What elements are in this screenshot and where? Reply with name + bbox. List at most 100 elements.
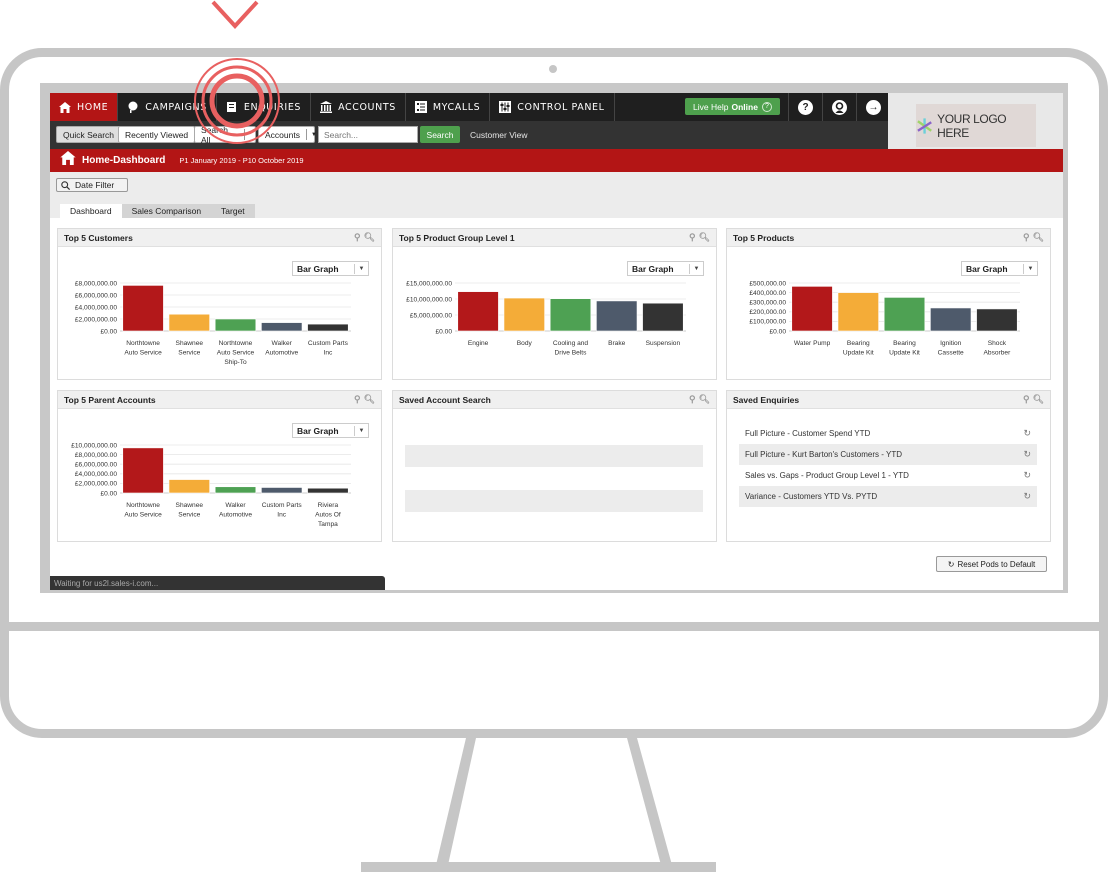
- campaign-icon: [127, 101, 139, 113]
- home-icon: [60, 151, 76, 170]
- pod-header: Top 5 Products ⚲ 🔍︎: [727, 229, 1050, 247]
- bar: [214, 318, 257, 332]
- help-icon: ?: [798, 99, 813, 115]
- tab-target[interactable]: Target: [211, 204, 255, 218]
- home-icon: [59, 101, 71, 113]
- top-icon-bar: ? →: [788, 93, 890, 121]
- x-tick-label: Inc: [324, 350, 333, 357]
- zoom-icon[interactable]: 🔍︎: [699, 394, 710, 405]
- live-help-button[interactable]: Live Help Online ?: [685, 98, 780, 115]
- bar: [214, 486, 257, 494]
- period-range: P1 January 2019 - P10 October 2019: [179, 156, 304, 165]
- refresh-icon[interactable]: ↻: [1023, 428, 1031, 439]
- y-tick-label: £0.00: [100, 490, 117, 497]
- pod-top-products: Top 5 Products ⚲ 🔍︎ Bar Graph ▼ £0.00 £10…: [726, 228, 1051, 380]
- bar: [596, 300, 638, 332]
- y-tick-label: £10,000,000.00: [406, 296, 452, 303]
- list-item[interactable]: Full Picture - Customer Spend YTD ↻: [739, 423, 1037, 444]
- company-logo[interactable]: YOUR LOGO HERE: [916, 104, 1036, 147]
- chevron-down-icon: ▼: [310, 131, 317, 138]
- pin-icon[interactable]: ⚲: [354, 394, 361, 405]
- pod-title: Top 5 Products: [733, 232, 795, 243]
- nav-mycalls[interactable]: MYCALLS: [406, 93, 491, 121]
- x-tick-label: Auto Service: [124, 512, 162, 519]
- highlight-target-icon: [194, 58, 280, 144]
- y-tick-label: £15,000,000.00: [406, 280, 452, 287]
- bar: [307, 487, 349, 494]
- zoom-icon[interactable]: 🔍︎: [364, 232, 375, 243]
- saved-enquiries-list: Full Picture - Customer Spend YTD ↻ Full…: [739, 423, 1037, 507]
- date-filter-button[interactable]: Date Filter: [56, 178, 128, 192]
- bar: [503, 297, 545, 332]
- list-item[interactable]: Sales vs. Gaps - Product Group Level 1 -…: [739, 465, 1037, 486]
- x-tick-label: Automotive: [219, 512, 252, 519]
- user-button[interactable]: [822, 93, 856, 121]
- quick-search-button[interactable]: Quick Search: [56, 126, 122, 143]
- pin-icon[interactable]: ⚲: [1023, 394, 1030, 405]
- list-item[interactable]: Full Picture - Kurt Barton's Customers -…: [739, 444, 1037, 465]
- pod-header: Top 5 Parent Accounts ⚲ 🔍︎: [58, 391, 381, 409]
- pin-icon[interactable]: ⚲: [689, 394, 696, 405]
- y-tick-label: £4,000,000.00: [75, 471, 118, 478]
- zoom-icon[interactable]: 🔍︎: [1033, 232, 1044, 243]
- enquiry-name: Variance - Customers YTD Vs. PYTD: [745, 492, 878, 501]
- list-item[interactable]: Variance - Customers YTD Vs. PYTD ↻: [739, 486, 1037, 507]
- bar: [791, 286, 833, 332]
- recently-viewed-button[interactable]: Recently Viewed: [118, 126, 196, 143]
- bar: [837, 292, 879, 332]
- saved-search-placeholder-row: [405, 490, 703, 512]
- dashboard-tabs: Dashboard Sales Comparison Target: [60, 204, 255, 218]
- page-title: Home-Dashboard: [82, 155, 166, 166]
- pin-icon[interactable]: ⚲: [354, 232, 361, 243]
- browser-status-bar: Waiting for us2l.sales-i.com...: [50, 576, 385, 590]
- pod-top-customers: Top 5 Customers ⚲ 🔍︎ Bar Graph ▼ £0.00 £2…: [57, 228, 382, 380]
- pod-header: Saved Enquiries ⚲ 🔍︎: [727, 391, 1050, 409]
- bar-chart: £0.00 £2,000,000.00 £4,000,000.00 £6,000,00…: [71, 442, 351, 528]
- bar: [168, 313, 210, 332]
- x-tick-label: Bearing: [893, 340, 916, 347]
- pin-icon[interactable]: ⚲: [1023, 232, 1030, 243]
- nav-accounts[interactable]: ACCOUNTS: [311, 93, 406, 121]
- pod-title: Top 5 Parent Accounts: [64, 394, 156, 405]
- bar: [883, 297, 926, 332]
- y-tick-label: £100,000.00: [749, 319, 786, 326]
- zoom-icon[interactable]: 🔍︎: [364, 394, 375, 405]
- y-tick-label: £500,000.00: [749, 280, 786, 287]
- pin-icon[interactable]: ⚲: [689, 232, 696, 243]
- control-panel-icon: [499, 101, 512, 113]
- bar: [549, 298, 592, 332]
- zoom-icon[interactable]: 🔍︎: [699, 232, 710, 243]
- x-tick-label: Service: [178, 350, 200, 357]
- pod-header: Top 5 Product Group Level 1 ⚲ 🔍︎: [393, 229, 716, 247]
- search-input[interactable]: [318, 126, 418, 143]
- x-tick-label: Shawnee: [176, 502, 204, 509]
- tab-dashboard[interactable]: Dashboard: [60, 204, 122, 218]
- y-tick-label: £0.00: [100, 328, 117, 335]
- customer-view-link[interactable]: Customer View: [470, 130, 527, 140]
- x-tick-label: Tampa: [318, 521, 338, 528]
- bar: [457, 291, 499, 332]
- x-tick-label: Riviera: [318, 502, 339, 509]
- tab-sales-comparison[interactable]: Sales Comparison: [121, 204, 212, 218]
- reset-pods-button[interactable]: ↻ Reset Pods to Default: [936, 556, 1047, 572]
- app-screen: HOME CAMPAIGNS ENQUIRIES ACCOUNTS MYCALL…: [50, 93, 1063, 590]
- logout-button[interactable]: →: [856, 93, 890, 121]
- x-tick-label: Service: [178, 512, 200, 519]
- x-tick-label: Suspension: [646, 340, 681, 347]
- search-button[interactable]: Search: [420, 126, 460, 143]
- x-tick-label: Walker: [225, 502, 246, 509]
- nav-home[interactable]: HOME: [50, 93, 119, 121]
- x-tick-label: Update Kit: [889, 350, 920, 357]
- x-tick-label: Shawnee: [176, 340, 204, 347]
- nav-mycalls-label: MYCALLS: [432, 101, 481, 113]
- zoom-icon[interactable]: 🔍︎: [1033, 394, 1044, 405]
- enquiry-name: Sales vs. Gaps - Product Group Level 1 -…: [745, 471, 909, 480]
- logo-mark-icon: [917, 117, 932, 134]
- x-tick-label: Northtowne: [219, 340, 253, 347]
- refresh-icon[interactable]: ↻: [1023, 470, 1031, 481]
- pod-title: Saved Enquiries: [733, 394, 800, 405]
- refresh-icon[interactable]: ↻: [1023, 491, 1031, 502]
- refresh-icon[interactable]: ↻: [1023, 449, 1031, 460]
- nav-control-panel[interactable]: CONTROL PANEL: [490, 93, 615, 121]
- help-button[interactable]: ?: [788, 93, 822, 121]
